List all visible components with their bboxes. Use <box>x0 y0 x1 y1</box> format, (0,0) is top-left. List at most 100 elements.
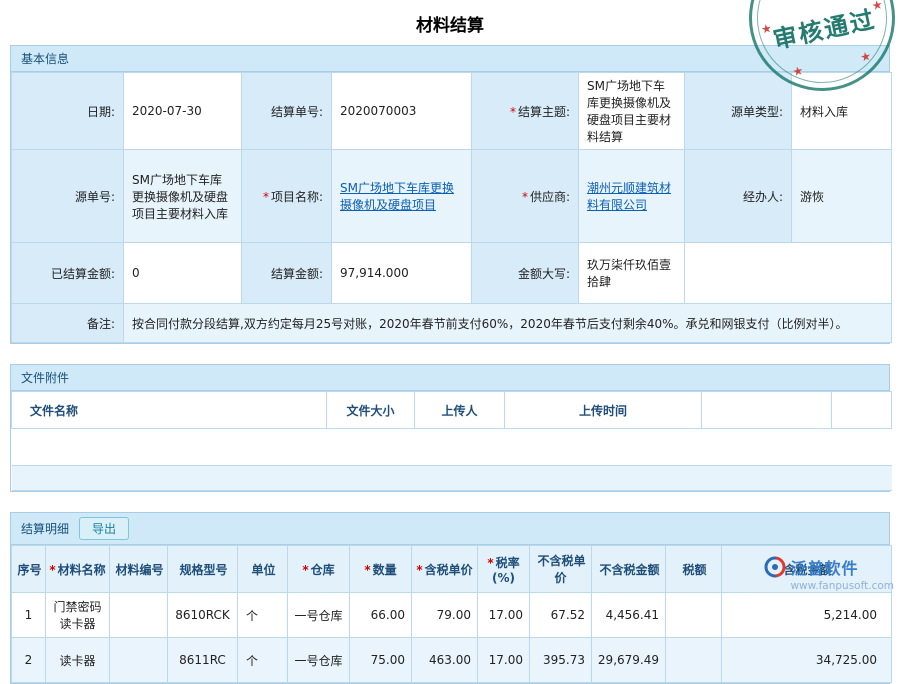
settled-amount-value: 0 <box>124 243 242 304</box>
cell-amount-no-tax: 4,456.41 <box>592 593 666 638</box>
attachments-section-bar: 文件附件 <box>11 365 889 391</box>
supplier-value: 潮州元顺建筑材料有限公司 <box>579 150 685 243</box>
settlement-details-table: 序号 *材料名称 材料编号 规格型号 单位 *仓库 *数量 *含税单价 *税率(… <box>11 545 892 683</box>
subject-label: *结算主题: <box>472 73 579 150</box>
empty-cell <box>12 429 892 466</box>
required-mark: * <box>302 563 308 577</box>
required-mark: * <box>416 563 422 577</box>
remark-value: 按合同付款分段结算,双方约定每月25号对账，2020年春节前支付60%，2020… <box>124 304 892 343</box>
required-mark: * <box>263 190 269 204</box>
attachments-table: 文件名称 文件大小 上传人 上传时间 <box>11 391 892 491</box>
supplier-link[interactable]: 潮州元顺建筑材料有限公司 <box>587 181 671 212</box>
cell-price-no-tax: 67.52 <box>530 593 592 638</box>
source-type-value: 材料入库 <box>792 73 892 150</box>
col-header-upload-time: 上传时间 <box>505 392 702 429</box>
settlement-details-section-title: 结算明细 <box>21 520 69 537</box>
basic-info-section-bar: 基本信息 <box>11 46 889 72</box>
source-type-label: 源单类型: <box>685 73 792 150</box>
col-header-seq: 序号 <box>12 546 46 593</box>
vendor-name: 泛普软件 <box>790 555 858 579</box>
table-row: 备注: 按合同付款分段结算,双方约定每月25号对账，2020年春节前支付60%，… <box>12 304 892 343</box>
amount-words-value: 玖万柒仟玖佰壹拾肆 <box>579 243 685 304</box>
empty-cell <box>685 243 892 304</box>
basic-info-section: 基本信息 日期: 2020-07-30 结算单号: 2020070003 *结算… <box>10 45 890 344</box>
table-row: 日期: 2020-07-30 结算单号: 2020070003 *结算主题: S… <box>12 73 892 150</box>
col-header-unit: 单位 <box>238 546 288 593</box>
cell-amount-with-tax: 5,214.00 <box>722 593 892 638</box>
col-header-spec-model: 规格型号 <box>168 546 238 593</box>
col-header-tax-amount: 税额 <box>666 546 722 593</box>
cell-quantity: 66.00 <box>350 593 412 638</box>
empty-cell <box>12 466 892 491</box>
required-mark: * <box>487 556 493 570</box>
required-mark: * <box>522 190 528 204</box>
cell-price-no-tax: 395.73 <box>530 638 592 683</box>
attachments-section: 文件附件 文件名称 文件大小 上传人 上传时间 <box>10 364 890 492</box>
basic-info-table: 日期: 2020-07-30 结算单号: 2020070003 *结算主题: S… <box>11 72 892 343</box>
cell-tax-rate: 17.00 <box>478 638 530 683</box>
cell-tax-amount <box>666 593 722 638</box>
cell-material-name: 读卡器 <box>46 638 110 683</box>
settlement-amount-value: 97,914.000 <box>332 243 472 304</box>
table-row: 文件名称 文件大小 上传人 上传时间 <box>12 392 892 429</box>
vendor-watermark: 泛普软件 www.fanpusoft.com <box>764 555 894 592</box>
project-link[interactable]: SM广场地下车库更换摄像机及硬盘项目 <box>340 181 454 212</box>
settlement-amount-label: 结算金额: <box>242 243 332 304</box>
required-mark: * <box>364 563 370 577</box>
cell-unit: 个 <box>238 638 288 683</box>
date-value: 2020-07-30 <box>124 73 242 150</box>
col-header-tax-rate: *税率(%) <box>478 546 530 593</box>
cell-spec-model: 8610RCK <box>168 593 238 638</box>
amount-words-label: 金额大写: <box>472 243 579 304</box>
required-mark: * <box>510 105 516 119</box>
basic-info-section-title: 基本信息 <box>21 50 69 67</box>
cell-quantity: 75.00 <box>350 638 412 683</box>
project-value: SM广场地下车库更换摄像机及硬盘项目 <box>332 150 472 243</box>
source-no-label: 源单号: <box>12 150 124 243</box>
col-header-material-code: 材料编号 <box>110 546 168 593</box>
table-row <box>12 429 892 466</box>
agent-value: 游恢 <box>792 150 892 243</box>
cell-warehouse: 一号仓库 <box>288 593 350 638</box>
col-header-file-size: 文件大小 <box>327 392 415 429</box>
subject-label-text: 结算主题: <box>518 105 570 119</box>
agent-label: 经办人: <box>685 150 792 243</box>
settlement-details-section-bar: 结算明细 导出 <box>11 513 889 545</box>
export-button[interactable]: 导出 <box>79 517 129 540</box>
cell-material-name: 门禁密码读卡器 <box>46 593 110 638</box>
required-mark: * <box>49 563 55 577</box>
doc-no-label: 结算单号: <box>242 73 332 150</box>
col-header-amount-no-tax: 不含税金额 <box>592 546 666 593</box>
table-row <box>12 466 892 491</box>
col-header-empty <box>832 392 892 429</box>
table-row: 2 读卡器 8611RC 个 一号仓库 75.00 463.00 17.00 3… <box>12 638 892 683</box>
cell-price-with-tax: 79.00 <box>412 593 478 638</box>
col-header-quantity: *数量 <box>350 546 412 593</box>
cell-amount-no-tax: 29,679.49 <box>592 638 666 683</box>
page-title: 材料结算 <box>0 0 900 45</box>
cell-seq: 1 <box>12 593 46 638</box>
supplier-label-text: 供应商: <box>530 190 570 204</box>
vendor-logo-icon <box>764 556 786 578</box>
date-label: 日期: <box>12 73 124 150</box>
col-header-price-with-tax: *含税单价 <box>412 546 478 593</box>
cell-seq: 2 <box>12 638 46 683</box>
cell-material-code <box>110 638 168 683</box>
cell-unit: 个 <box>238 593 288 638</box>
remark-label: 备注: <box>12 304 124 343</box>
col-header-file-name: 文件名称 <box>12 392 327 429</box>
col-header-uploader: 上传人 <box>415 392 505 429</box>
col-header-warehouse: *仓库 <box>288 546 350 593</box>
col-header-material-name: *材料名称 <box>46 546 110 593</box>
cell-material-code <box>110 593 168 638</box>
supplier-label: *供应商: <box>472 150 579 243</box>
doc-no-value: 2020070003 <box>332 73 472 150</box>
cell-amount-with-tax: 34,725.00 <box>722 638 892 683</box>
col-header-empty <box>702 392 832 429</box>
col-header-price-no-tax: 不含税单价 <box>530 546 592 593</box>
settled-amount-label: 已结算金额: <box>12 243 124 304</box>
table-row: 源单号: SM广场地下车库更换摄像机及硬盘项目主要材料入库 *项目名称: SM广… <box>12 150 892 243</box>
table-row: 1 门禁密码读卡器 8610RCK 个 一号仓库 66.00 79.00 17.… <box>12 593 892 638</box>
subject-value: SM广场地下车库更换摄像机及硬盘项目主要材料结算 <box>579 73 685 150</box>
cell-price-with-tax: 463.00 <box>412 638 478 683</box>
